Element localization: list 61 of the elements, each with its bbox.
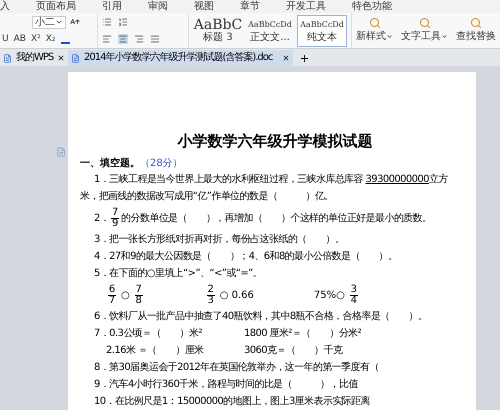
- menu-tab[interactable]: 开发工具: [286, 0, 326, 12]
- section-heading: 一、填空题。: [80, 156, 140, 171]
- fraction: 3 4: [350, 285, 358, 306]
- question-text: 3．把一张长方形纸对折再对折，每份占这张纸的（ ）。: [93, 234, 346, 246]
- fraction: 7 9: [111, 208, 120, 229]
- document-icon: [3, 54, 12, 62]
- caret-icon: [386, 33, 393, 40]
- comparison-text: ○ 0.66: [220, 289, 254, 303]
- format-button[interactable]: X₂: [46, 34, 56, 46]
- style-preset[interactable]: AaBbCcDd 纯文本: [297, 14, 347, 46]
- format-button[interactable]: U: [2, 34, 9, 46]
- question-text: 9．汽车4小时行360千米，路程与时间的比是（ ），比值: [93, 379, 360, 391]
- document-tab[interactable]: 我的WPS: [0, 50, 68, 66]
- close-icon[interactable]: [57, 54, 66, 62]
- document-title: 小学数学六年级升学模拟试题: [178, 132, 372, 150]
- magnifier-icon: [418, 17, 430, 29]
- format-button[interactable]: AB: [14, 34, 26, 46]
- question-text: 5．在下面的○里填上“>”、“<”或“=”。: [93, 268, 264, 280]
- fraction: 6 7: [108, 285, 116, 306]
- align-left-icon[interactable]: [102, 34, 112, 44]
- document-icon: [71, 54, 80, 62]
- magnifier-icon: [368, 17, 380, 29]
- menu-tab[interactable]: 审阅: [148, 0, 168, 12]
- ribbon-tool-button[interactable]: 文字工具: [401, 17, 448, 44]
- menu-tab[interactable]: 视图: [194, 0, 214, 12]
- question-text: 6．饮料厂从一批产品中抽查了40瓶饮料，其中8瓶不合格，合格率是（ ）。: [93, 311, 428, 323]
- caret-icon: [441, 33, 448, 40]
- numbered-list-icon[interactable]: [118, 16, 128, 27]
- comparison-text: ○: [121, 289, 130, 303]
- close-icon[interactable]: [282, 54, 290, 62]
- question-text: 7．0.3公顷＝（ ）米²: [94, 328, 203, 340]
- align-right-icon[interactable]: [134, 34, 144, 44]
- question-text: 1．三峡工程是当今世界上最大的水利枢纽过程，三峡水库总库容 39300000000立方: [93, 174, 449, 186]
- new-tab-icon[interactable]: [299, 53, 310, 64]
- menu-tab[interactable]: 入: [0, 0, 10, 12]
- font-size-dropdown[interactable]: 小二: [32, 16, 66, 29]
- document-tab[interactable]: 2014年小学数学六年级升学测试题(含答案).doc: [68, 50, 293, 66]
- question-text: 10．在比例尺是1：15000000的地图上，图上3厘米表示实际距离: [93, 396, 371, 408]
- ribbon-tool-button[interactable]: 查找替换: [456, 17, 496, 44]
- style-preset[interactable]: AaBbCcDd 正文文...: [245, 14, 295, 46]
- comparison-text: 75%○: [314, 289, 345, 303]
- menu-tab[interactable]: 引用: [102, 0, 122, 12]
- fraction: 7 8: [134, 285, 143, 306]
- menu-tab[interactable]: 章节: [240, 0, 260, 12]
- question-text: 4．27和9的最大公因数是（ ）；4、6和8的最小公倍数是（ ）。: [93, 251, 399, 263]
- question-text: 1800 厘米²＝（ ）分米²: [244, 328, 362, 340]
- question-text: 米，把画线的数据改写成用“亿”作单位的数是（ ）亿。: [80, 191, 335, 203]
- question-text: 8．第30届奥运会于2012年在英国伦敦举办，这一年的第一季度有（: [93, 362, 380, 374]
- question-text: 3060克＝（ ）千克: [244, 345, 342, 357]
- ribbon-tool-button[interactable]: 新样式: [356, 17, 393, 44]
- menu-tab[interactable]: 页面布局: [36, 0, 76, 12]
- align-center-icon[interactable]: [118, 34, 128, 44]
- section-score: （28分）: [140, 157, 183, 171]
- justify-icon[interactable]: [150, 34, 160, 44]
- style-preset[interactable]: AaBbC 标题 3: [193, 14, 243, 46]
- question-number: 2．: [94, 212, 110, 224]
- question-text: 2.16米 ＝（ ）厘米: [106, 345, 205, 357]
- magnifier-icon: [470, 17, 482, 29]
- format-button[interactable]: X²: [30, 34, 41, 46]
- menu-tab[interactable]: 特色功能: [352, 0, 392, 12]
- question-text: 的分数单位是（ ），再增加（ ）个这样的单位正好是最小的质数。: [121, 212, 432, 224]
